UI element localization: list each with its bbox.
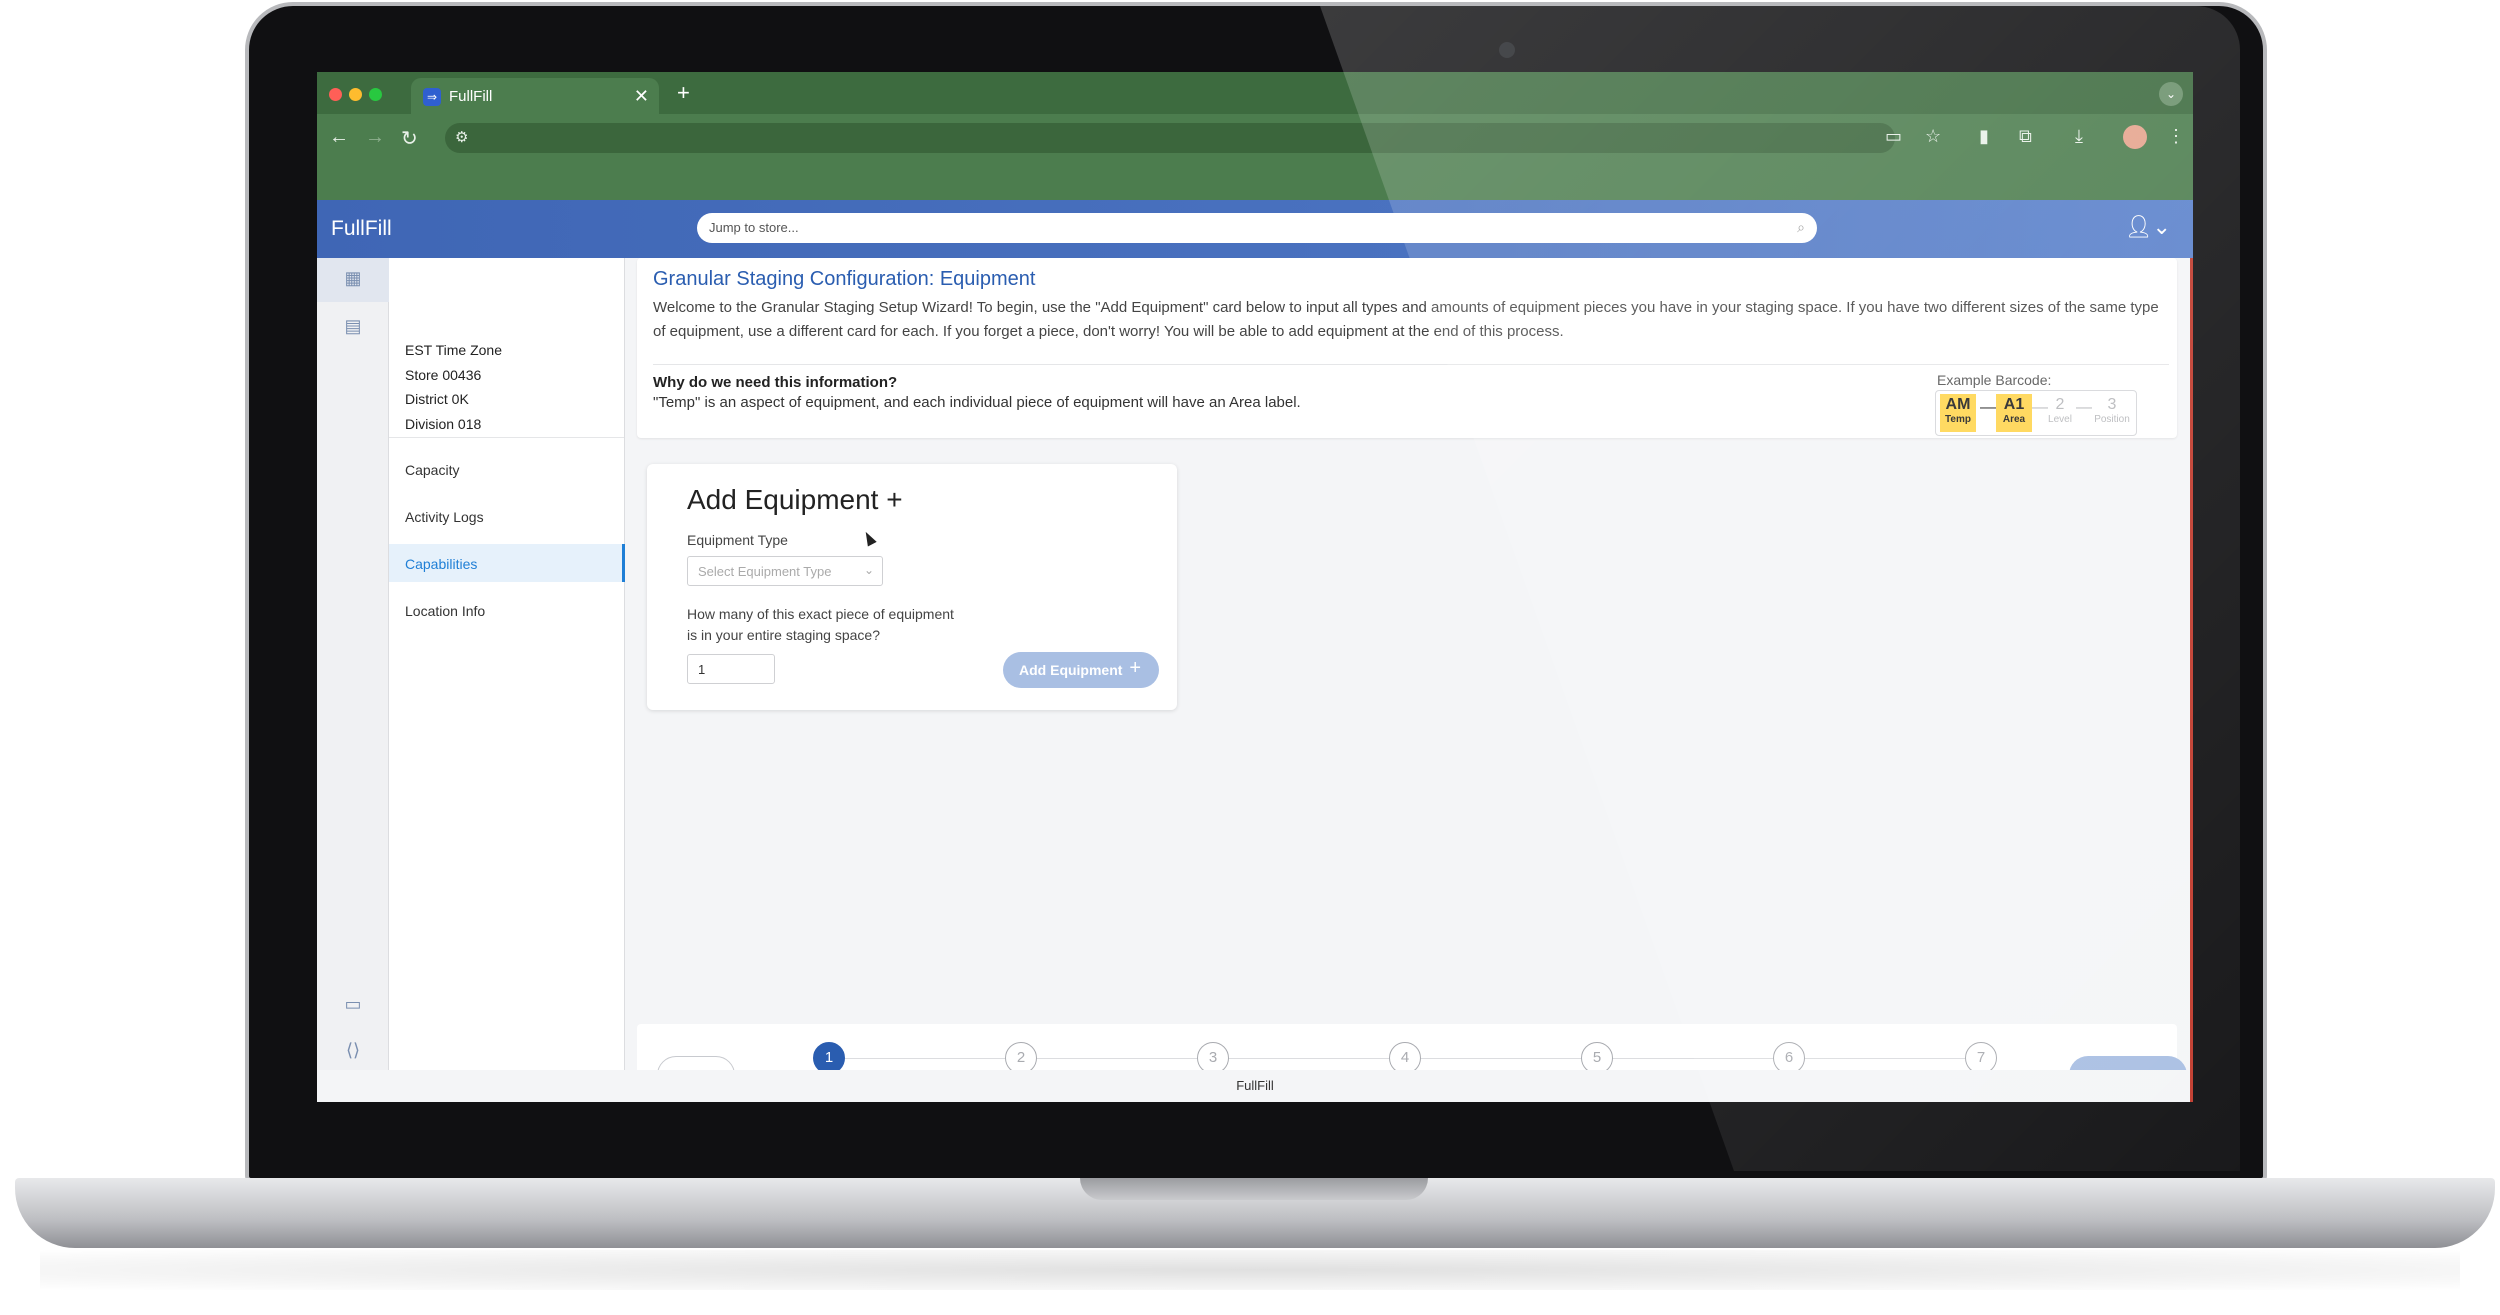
intro-card: Granular Staging Configuration: Equipmen…: [637, 258, 2177, 438]
add-equipment-button[interactable]: Add Equipment +: [1003, 652, 1159, 688]
cast-icon[interactable]: ▭: [1885, 126, 1902, 147]
store-icon[interactable]: ▦: [341, 268, 365, 292]
equipment-type-label: Equipment Type: [687, 532, 788, 548]
reload-icon[interactable]: ↻: [401, 126, 418, 151]
search-placeholder: Jump to store...: [709, 220, 799, 235]
store-number: Store 00436: [405, 366, 482, 383]
store-side-panel: EST Time Zone Store 00436 District 0K Di…: [389, 258, 625, 1070]
tab-search-icon[interactable]: ⌄: [2159, 82, 2183, 106]
quantity-question: How many of this exact piece of equipmen…: [687, 606, 954, 643]
equipment-type-placeholder: Select Equipment Type: [698, 564, 832, 579]
more-menu-icon[interactable]: ⋮: [2167, 126, 2185, 147]
intro-text: Welcome to the Granular Staging Setup Wi…: [653, 299, 2159, 340]
intro-divider: [653, 364, 2169, 365]
address-bar[interactable]: ⚙: [445, 123, 1895, 153]
icon-rail: ▦ ▤ ▭ ⟨⟩: [317, 258, 389, 1070]
main-content: Granular Staging Configuration: Equipmen…: [625, 258, 2193, 1102]
plus-icon: +: [1129, 657, 1141, 679]
browser-content-top: [317, 162, 2193, 200]
add-equipment-card: Add Equipment + Equipment Type Select Eq…: [647, 464, 1177, 710]
barcode-area-caption: Area: [2002, 414, 2026, 425]
page-title: Granular Staging Configuration: Equipmen…: [653, 268, 1036, 290]
barcode-area-value: A1: [2003, 396, 2025, 413]
store-division: Division 018: [405, 415, 482, 432]
why-text: "Temp" is an aspect of equipment, and ea…: [653, 394, 1301, 411]
equipment-type-select[interactable]: Select Equipment Type ⌄: [687, 556, 883, 586]
chat-icon[interactable]: ▭: [341, 994, 365, 1018]
barcode-position-caption: Position: [2094, 414, 2130, 425]
barcode-position-value: 3: [2107, 396, 2117, 413]
browser-tab[interactable]: ⇒ FullFill ✕: [411, 78, 659, 114]
forward-arrow-icon[interactable]: →: [365, 126, 385, 149]
laptop-shadow: [40, 1250, 2460, 1290]
download-icon[interactable]: ⤓: [2075, 126, 2083, 147]
search-icon[interactable]: ⌕: [1797, 219, 1805, 236]
barcode-level-value: 2: [2055, 396, 2065, 413]
browser-tab-bar: ⇒ FullFill ✕ + ⌄: [317, 72, 2193, 114]
screen: ⇒ FullFill ✕ + ⌄ ← → ↻ ⚙ ▭ ☆ ▮ ⧉ ⤓ ⋮ Ful…: [317, 72, 2193, 1102]
add-equipment-title: Add Equipment +: [687, 484, 903, 515]
app-footer: FullFill: [317, 1070, 2193, 1102]
minimize-window-button[interactable]: [349, 88, 362, 101]
puzzle-icon[interactable]: ⧉: [2019, 126, 2032, 147]
bookmark-star-icon[interactable]: ☆: [1925, 126, 1941, 147]
barcode-label: Example Barcode:: [1937, 372, 2052, 388]
close-tab-icon[interactable]: ✕: [634, 86, 649, 107]
barcode-temp-caption: Temp: [1945, 414, 1971, 425]
maximize-window-button[interactable]: [369, 88, 382, 101]
barcode-area-segment: A1 Area: [1996, 394, 2032, 432]
back-arrow-icon[interactable]: ←: [329, 126, 349, 149]
nav-item-location-info[interactable]: Location Info: [389, 591, 625, 629]
example-barcode: AM Temp — A1 Area — 2 Level — 3 Position: [1935, 390, 2137, 436]
barcode-position-segment: 3 Position: [2090, 394, 2134, 432]
app-logo[interactable]: FullFill: [331, 217, 392, 241]
barcode-dash: —: [1980, 399, 1996, 416]
chevron-down-icon: ⌄: [863, 563, 874, 577]
nav-item-capacity[interactable]: Capacity: [389, 450, 625, 488]
store-search-input[interactable]: Jump to store... ⌕: [697, 213, 1817, 243]
nav-item-activity-logs[interactable]: Activity Logs: [389, 497, 625, 535]
user-account-icon[interactable]: 👤︎⌄: [2125, 214, 2171, 240]
quantity-input[interactable]: 1: [687, 654, 775, 684]
store-info: EST Time Zone Store 00436 District 0K Di…: [405, 338, 502, 436]
barcode-temp-segment: AM Temp: [1940, 394, 1976, 432]
webcam: [1499, 42, 1515, 58]
window-edge: [2190, 258, 2193, 1102]
extension-icon[interactable]: ▮: [1979, 126, 1989, 147]
close-window-button[interactable]: [329, 88, 342, 101]
add-equipment-button-label: Add Equipment: [1019, 662, 1123, 678]
site-settings-icon[interactable]: ⚙: [455, 128, 468, 146]
tab-title: FullFill: [449, 88, 493, 105]
profile-avatar[interactable]: [2123, 125, 2147, 149]
barcode-temp-value: AM: [1945, 396, 1971, 413]
why-title: Why do we need this information?: [653, 374, 898, 391]
barcode-level-segment: 2 Level: [2042, 394, 2078, 432]
panel-divider: [389, 437, 624, 438]
store-timezone: EST Time Zone: [405, 342, 503, 358]
new-tab-button[interactable]: +: [677, 80, 690, 106]
barcode-level-caption: Level: [2048, 414, 2072, 425]
nav-item-capabilities[interactable]: Capabilities: [389, 544, 625, 582]
store-district: District 0K: [405, 391, 469, 407]
calendar-icon[interactable]: ▤: [341, 316, 365, 340]
browser-toolbar: ← → ↻ ⚙ ▭ ☆ ▮ ⧉ ⤓ ⋮: [317, 114, 2193, 162]
collapse-panel-icon[interactable]: ⟨⟩: [341, 1040, 365, 1064]
app-header: FullFill Jump to store... ⌕ 👤︎⌄: [317, 200, 2193, 258]
fullfill-favicon-icon: ⇒: [423, 88, 441, 106]
laptop-notch: [1080, 1178, 1428, 1200]
